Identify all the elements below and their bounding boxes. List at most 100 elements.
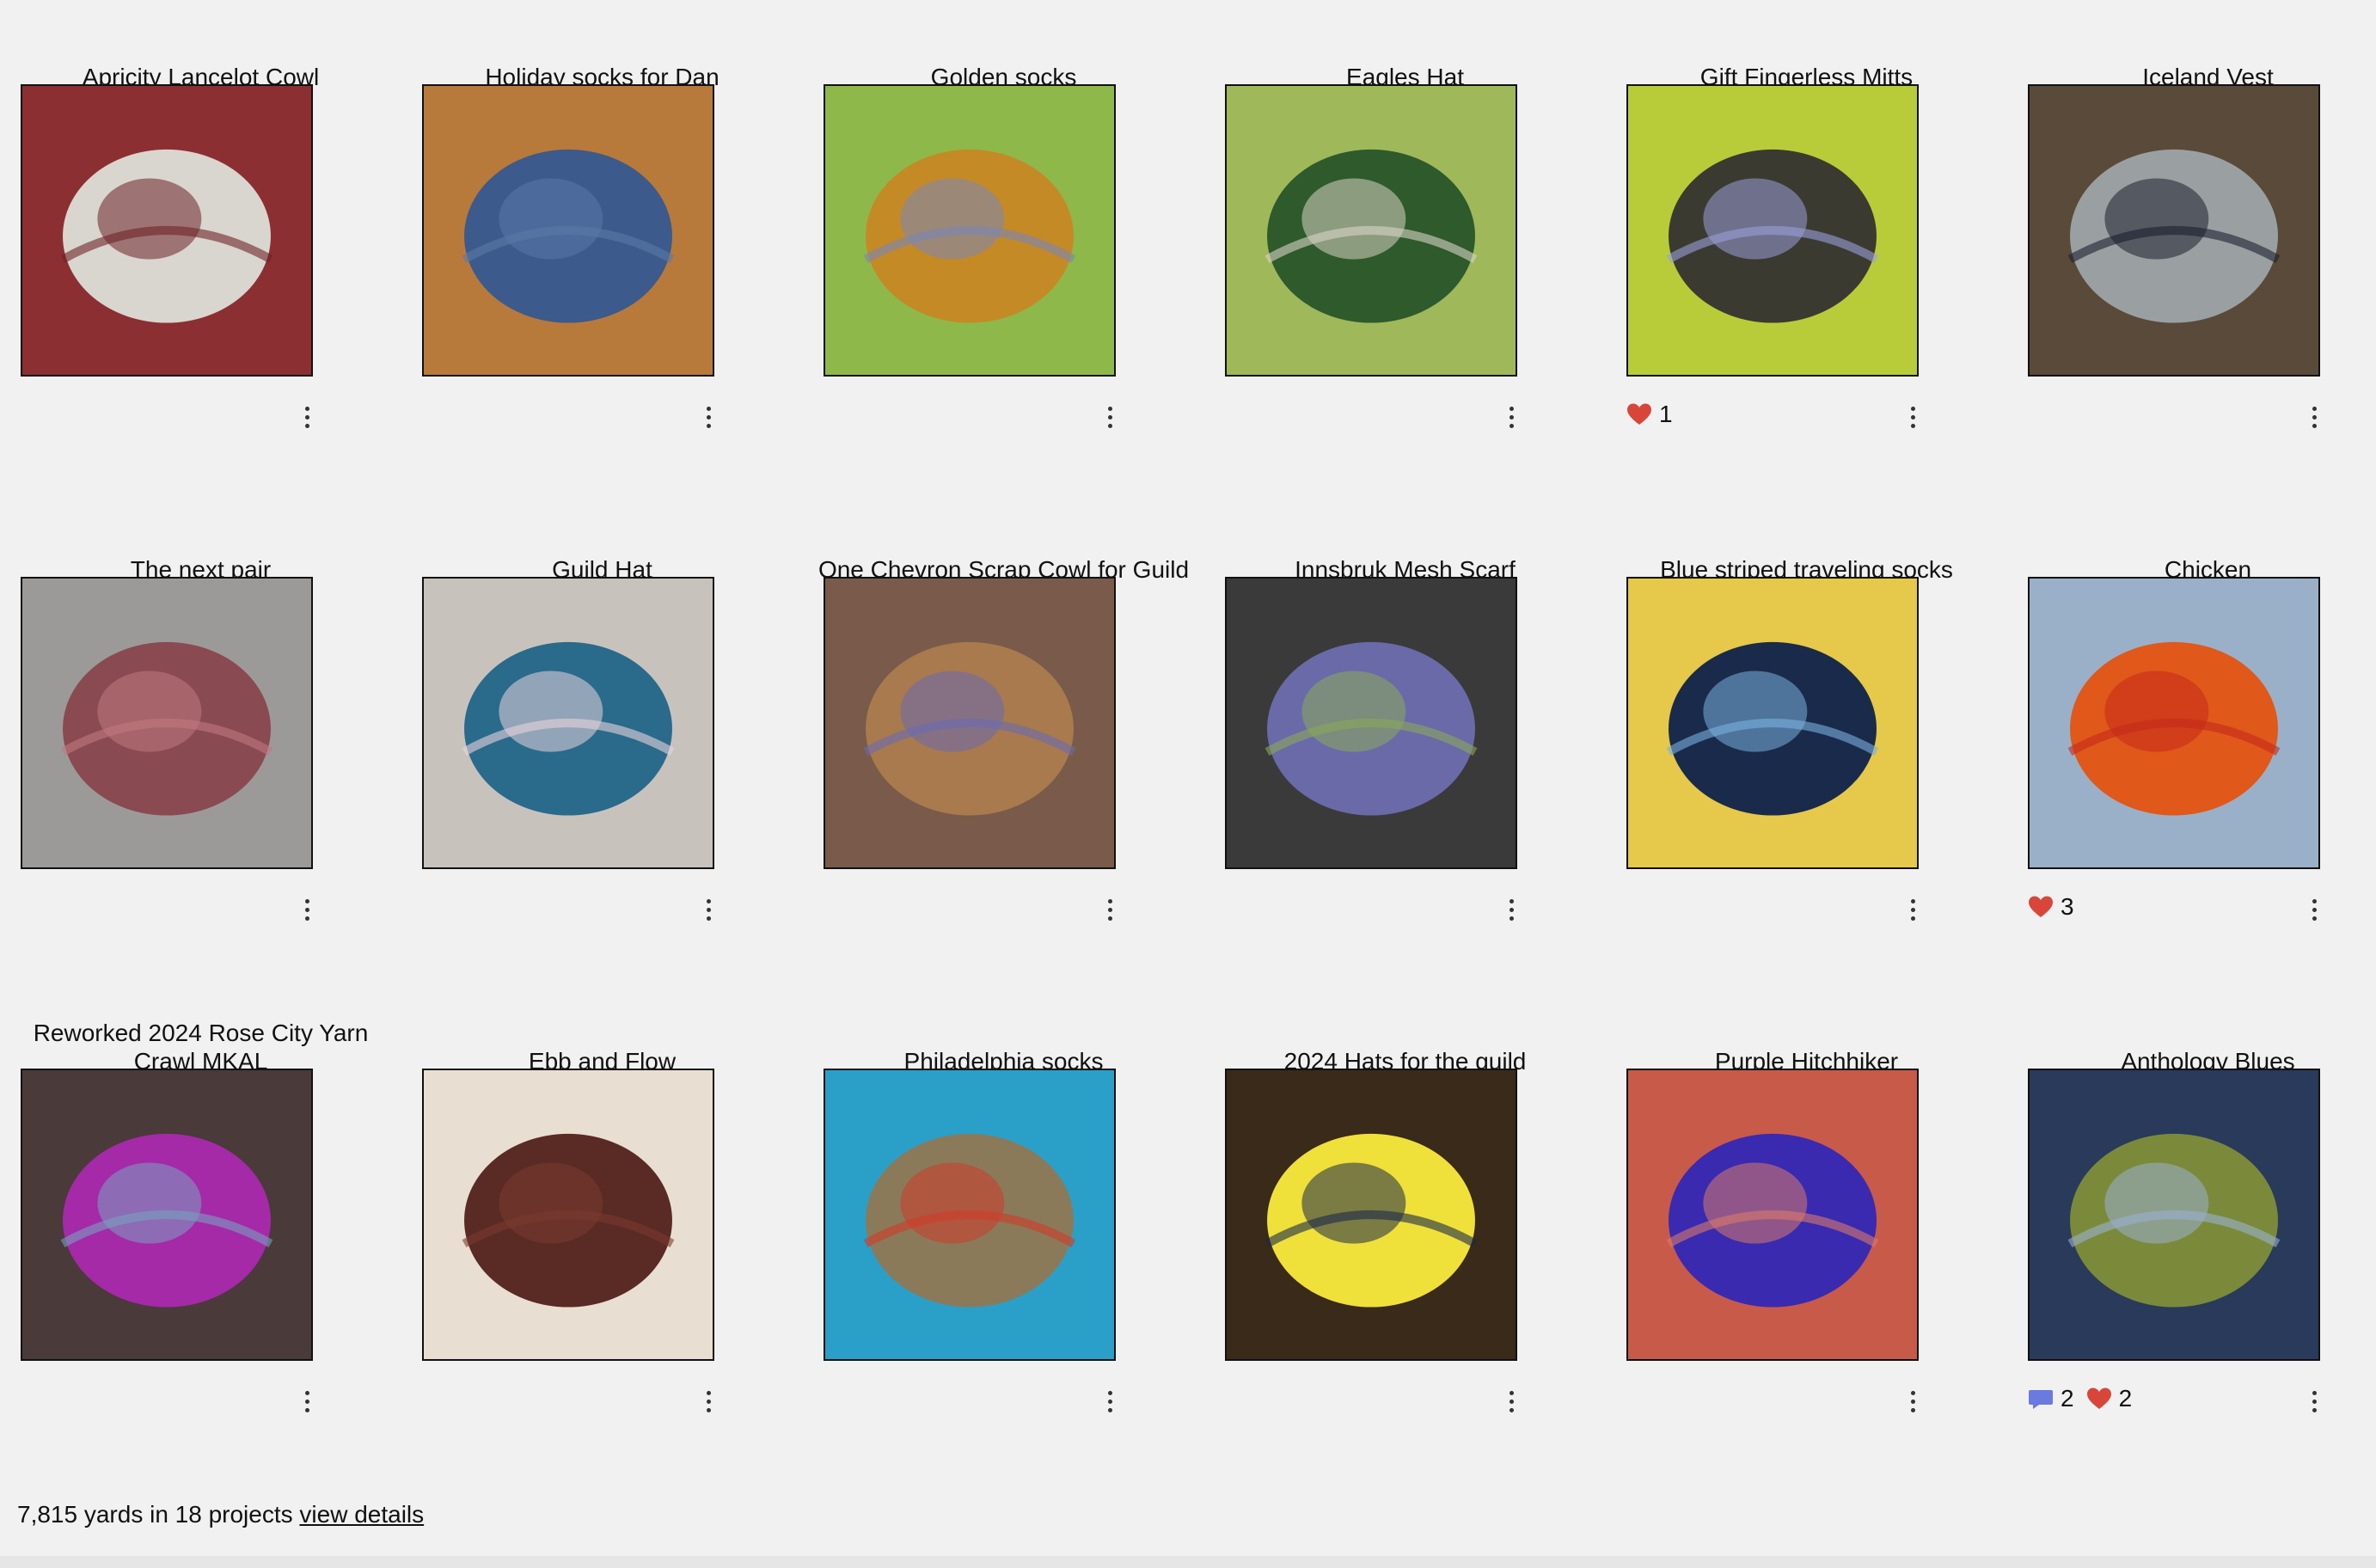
more-options-icon[interactable] [1900, 1384, 1926, 1418]
menu-dot [2312, 1399, 2317, 1404]
menu-dot [1107, 406, 1112, 411]
photo-placeholder [1227, 579, 1516, 867]
project-photo[interactable] [21, 577, 313, 869]
project-card: One Chevron Scrap Cowl for Guild [803, 493, 1204, 957]
project-photo[interactable] [21, 1069, 313, 1361]
project-photo[interactable] [1626, 84, 1919, 377]
menu-dot [1107, 423, 1112, 428]
like-count[interactable]: 2 [2086, 1385, 2133, 1412]
menu-dot [1910, 1407, 1915, 1412]
photo-placeholder [424, 86, 713, 375]
project-photo[interactable] [422, 1069, 714, 1361]
project-photo[interactable] [1225, 1069, 1517, 1361]
menu-dot [1107, 1407, 1112, 1412]
more-options-icon[interactable] [1097, 400, 1123, 434]
menu-dot [1509, 916, 1514, 921]
project-card: Ebb and Flow [401, 984, 803, 1449]
photo-placeholder [22, 579, 311, 867]
project-photo[interactable] [2028, 577, 2320, 869]
more-options-icon[interactable] [695, 400, 721, 434]
more-options-icon[interactable] [294, 892, 320, 927]
menu-dot [1107, 898, 1112, 903]
project-photo[interactable] [824, 1069, 1116, 1361]
project-photo[interactable] [21, 84, 313, 377]
more-options-icon[interactable] [695, 892, 721, 927]
project-card: Gift Fingerless Mitts 1 [1606, 0, 2007, 464]
more-options-icon[interactable] [1900, 400, 1926, 434]
photo-placeholder [2030, 1070, 2318, 1359]
project-card: Holiday socks for Dan [401, 0, 803, 464]
menu-dot [1509, 898, 1514, 903]
like-count-value: 2 [2118, 1385, 2133, 1412]
photo-placeholder [22, 1070, 311, 1359]
menu-dot [1910, 898, 1915, 903]
menu-dot [1509, 1399, 1514, 1404]
menu-dot [1509, 406, 1514, 411]
project-card: Chicken 3 [2007, 493, 2376, 957]
more-options-icon[interactable] [294, 400, 320, 434]
project-photo[interactable] [1626, 577, 1919, 869]
more-options-icon[interactable] [2301, 892, 2327, 927]
menu-dot [1509, 1390, 1514, 1395]
project-title[interactable]: Reworked 2024 Rose City Yarn Crawl MKAL [0, 1019, 401, 1075]
menu-dot [304, 1407, 309, 1412]
comment-icon [2029, 1390, 2053, 1409]
menu-dot [1509, 907, 1514, 912]
menu-dot [1910, 414, 1915, 420]
project-card: Philadelphia socks [803, 984, 1204, 1449]
menu-dot [2312, 414, 2317, 420]
menu-dot [2312, 907, 2317, 912]
menu-dot [1910, 1390, 1915, 1395]
more-options-icon[interactable] [2301, 400, 2327, 434]
menu-dot [1910, 916, 1915, 921]
comment-count[interactable]: 2 [2028, 1385, 2074, 1412]
menu-dot [706, 898, 711, 903]
like-count-value: 3 [2061, 893, 2074, 920]
menu-dot [2312, 898, 2317, 903]
more-options-icon[interactable] [1097, 892, 1123, 927]
project-card: Anthology Blues 2 2 [2007, 984, 2376, 1449]
more-options-icon[interactable] [695, 1384, 721, 1418]
photo-placeholder [825, 1070, 1114, 1359]
project-photo[interactable] [2028, 1069, 2320, 1361]
menu-dot [1509, 414, 1514, 420]
project-photo[interactable] [422, 84, 714, 377]
menu-dot [1509, 1407, 1514, 1412]
project-photo[interactable] [422, 577, 714, 869]
menu-dot [706, 414, 711, 420]
project-photo[interactable] [2028, 84, 2320, 377]
more-options-icon[interactable] [294, 1384, 320, 1418]
menu-dot [304, 898, 309, 903]
more-options-icon[interactable] [1097, 1384, 1123, 1418]
more-options-icon[interactable] [1498, 400, 1524, 434]
like-count[interactable]: 3 [2028, 893, 2074, 921]
menu-dot [706, 1399, 711, 1404]
menu-dot [1509, 423, 1514, 428]
view-details-link[interactable]: view details [299, 1501, 424, 1528]
project-photo[interactable] [1225, 84, 1517, 377]
menu-dot [1107, 907, 1112, 912]
more-options-icon[interactable] [1498, 1384, 1524, 1418]
menu-dot [2312, 1390, 2317, 1395]
more-options-icon[interactable] [1498, 892, 1524, 927]
project-card: Apricity Lancelot Cowl [0, 0, 401, 464]
menu-dot [304, 1399, 309, 1404]
menu-dot [304, 423, 309, 428]
photo-placeholder [1227, 86, 1516, 375]
menu-dot [2312, 406, 2317, 411]
menu-dot [706, 1390, 711, 1395]
more-options-icon[interactable] [1900, 892, 1926, 927]
photo-placeholder [1628, 579, 1917, 867]
yardage-summary: 7,815 yards in 18 projects [17, 1501, 293, 1528]
heart-icon [2029, 896, 2053, 917]
project-photo[interactable] [1626, 1069, 1919, 1361]
project-photo[interactable] [824, 577, 1116, 869]
project-photo[interactable] [1225, 577, 1517, 869]
like-count[interactable]: 1 [1626, 401, 1673, 428]
project-photo[interactable] [824, 84, 1116, 377]
photo-placeholder [825, 86, 1114, 375]
more-options-icon[interactable] [2301, 1384, 2327, 1418]
menu-dot [2312, 916, 2317, 921]
menu-dot [1910, 423, 1915, 428]
project-card: Reworked 2024 Rose City Yarn Crawl MKAL [0, 984, 401, 1449]
